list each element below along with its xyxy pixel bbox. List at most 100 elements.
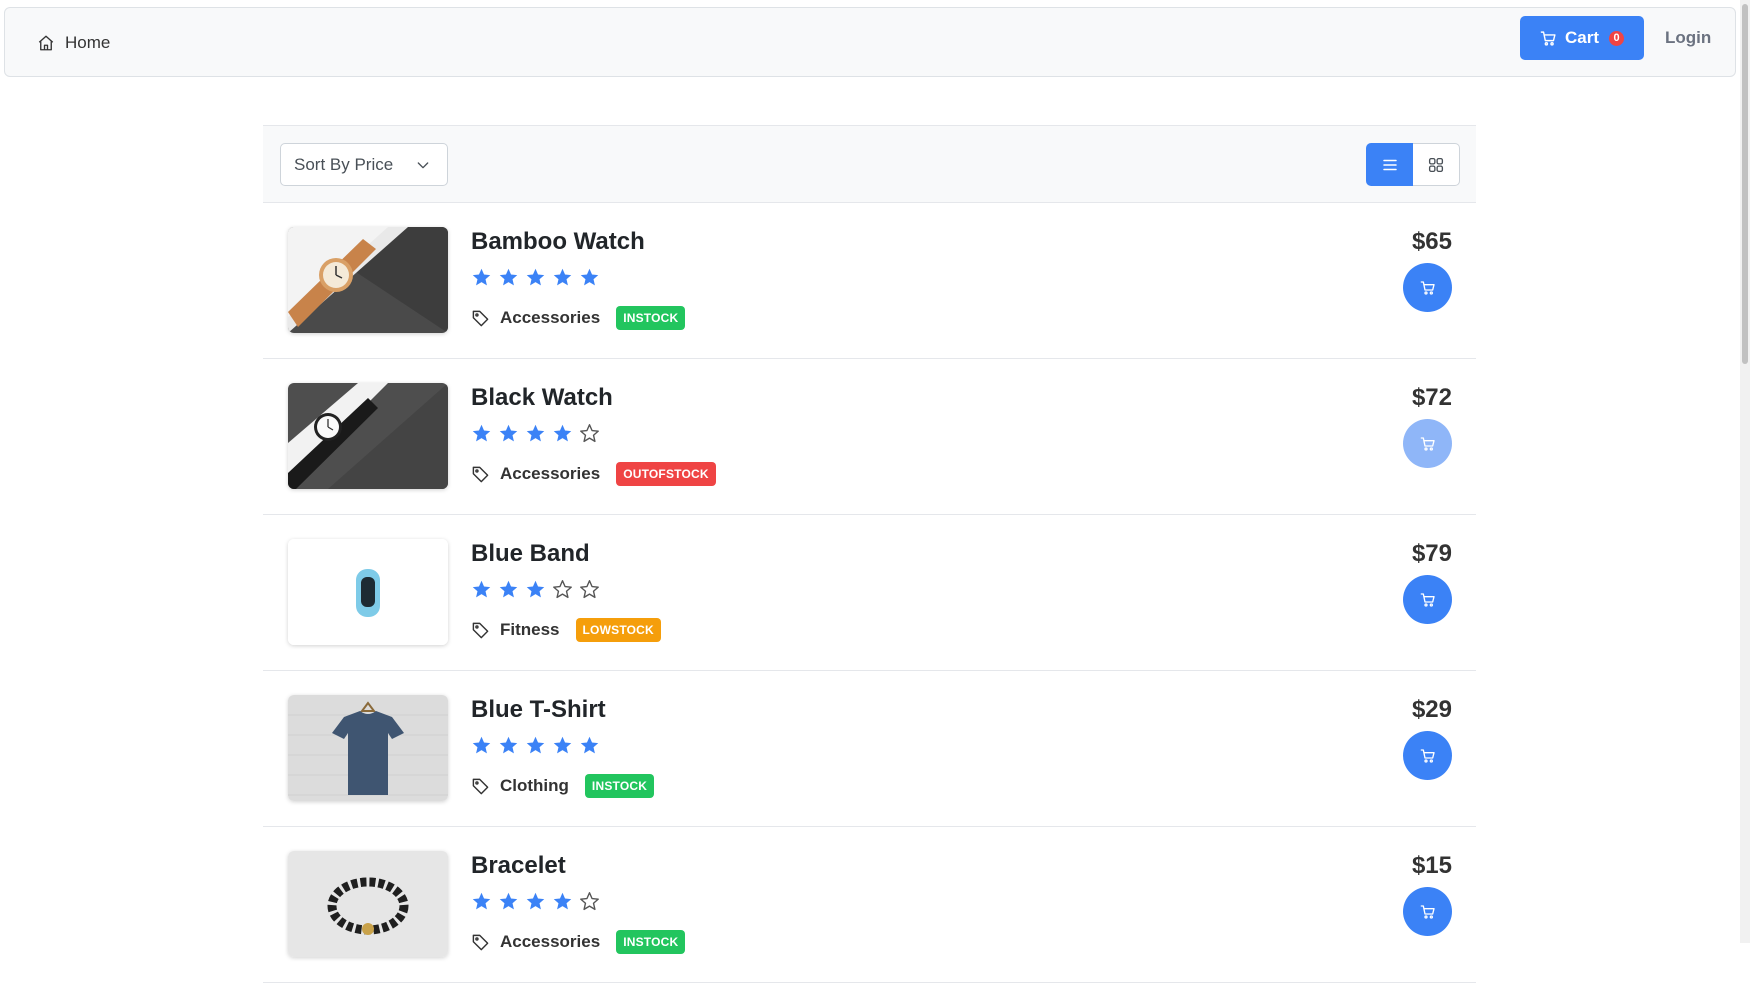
star-filled-icon[interactable] bbox=[552, 735, 573, 761]
dataview-header: Sort By Price bbox=[263, 125, 1476, 203]
star-filled-icon[interactable] bbox=[498, 735, 519, 761]
product-rating[interactable] bbox=[471, 579, 600, 605]
star-filled-icon[interactable] bbox=[579, 267, 600, 293]
star-filled-icon[interactable] bbox=[579, 735, 600, 761]
sort-dropdown[interactable]: Sort By Price bbox=[280, 143, 448, 186]
product-name: Black Watch bbox=[471, 384, 613, 411]
star-filled-icon[interactable] bbox=[471, 267, 492, 293]
add-to-cart-button[interactable] bbox=[1403, 887, 1452, 936]
cart-button[interactable]: Cart 0 bbox=[1520, 16, 1644, 60]
cart-icon bbox=[1420, 280, 1435, 295]
star-filled-icon[interactable] bbox=[525, 579, 546, 605]
star-empty-icon[interactable] bbox=[579, 423, 600, 449]
page-scrollbar[interactable] bbox=[1740, 0, 1750, 943]
list-layout-button[interactable] bbox=[1366, 143, 1413, 186]
product-name: Blue T-Shirt bbox=[471, 696, 606, 723]
inventory-status-badge: INSTOCK bbox=[616, 930, 686, 954]
star-filled-icon[interactable] bbox=[471, 735, 492, 761]
product-row: Bracelet Accessories INSTOCK $15 bbox=[263, 827, 1476, 983]
product-row: Blue Band Fitness LOWSTOCK $79 bbox=[263, 515, 1476, 671]
product-rating[interactable] bbox=[471, 891, 600, 917]
sort-dropdown-label: Sort By Price bbox=[294, 154, 394, 174]
product-category: Fitness bbox=[500, 620, 560, 639]
layout-toggle bbox=[1366, 143, 1460, 186]
star-filled-icon[interactable] bbox=[552, 891, 573, 917]
chevron-down-icon bbox=[417, 161, 429, 168]
product-price: $72 bbox=[1411, 384, 1452, 411]
cart-count-badge: 0 bbox=[1609, 30, 1624, 46]
top-navbar: Home Cart 0 Login bbox=[4, 7, 1736, 77]
product-meta: Accessories INSTOCK bbox=[471, 306, 686, 330]
star-filled-icon[interactable] bbox=[525, 735, 546, 761]
star-filled-icon[interactable] bbox=[498, 423, 519, 449]
product-list: Bamboo Watch Accessories INSTOCK $65 Black W… bbox=[263, 203, 1476, 983]
star-filled-icon[interactable] bbox=[498, 891, 519, 917]
product-row: Black Watch Accessories OUTOFSTOCK $72 bbox=[263, 359, 1476, 515]
product-meta: Accessories OUTOFSTOCK bbox=[471, 462, 716, 486]
home-icon bbox=[38, 35, 54, 51]
tag-icon bbox=[472, 934, 489, 950]
product-image bbox=[288, 695, 448, 801]
tag-icon bbox=[472, 778, 489, 794]
tag-icon bbox=[472, 622, 489, 638]
product-category: Clothing bbox=[500, 776, 569, 795]
home-label: Home bbox=[65, 33, 111, 52]
product-meta: Fitness LOWSTOCK bbox=[471, 618, 661, 642]
login-link[interactable]: Login bbox=[1665, 16, 1711, 60]
inventory-status-badge: OUTOFSTOCK bbox=[616, 462, 716, 486]
home-link[interactable]: Home bbox=[37, 8, 110, 78]
product-row: Blue T-Shirt Clothing INSTOCK $29 bbox=[263, 671, 1476, 827]
product-category: Accessories bbox=[500, 308, 601, 327]
star-filled-icon[interactable] bbox=[471, 891, 492, 917]
grid-layout-button[interactable] bbox=[1413, 143, 1460, 186]
product-price: $79 bbox=[1411, 540, 1452, 567]
product-rating[interactable] bbox=[471, 735, 600, 761]
grid-icon bbox=[1428, 157, 1444, 172]
cart-icon bbox=[1420, 436, 1435, 451]
inventory-status-badge: LOWSTOCK bbox=[575, 618, 661, 642]
product-image bbox=[288, 851, 448, 957]
product-category: Accessories bbox=[500, 932, 601, 951]
product-row: Bamboo Watch Accessories INSTOCK $65 bbox=[263, 203, 1476, 359]
cart-icon bbox=[1420, 592, 1435, 607]
product-meta: Accessories INSTOCK bbox=[471, 930, 686, 954]
product-meta: Clothing INSTOCK bbox=[471, 774, 655, 798]
star-filled-icon[interactable] bbox=[552, 267, 573, 293]
star-filled-icon[interactable] bbox=[525, 423, 546, 449]
product-rating[interactable] bbox=[471, 423, 600, 449]
tag-icon bbox=[472, 466, 489, 482]
star-filled-icon[interactable] bbox=[471, 579, 492, 605]
add-to-cart-button[interactable] bbox=[1403, 419, 1452, 468]
star-empty-icon[interactable] bbox=[579, 579, 600, 605]
product-dataview: Sort By Price Bamboo Watch Accessories INS… bbox=[263, 125, 1476, 983]
cart-icon bbox=[1540, 30, 1556, 46]
scrollbar-thumb[interactable] bbox=[1742, 4, 1748, 364]
add-to-cart-button[interactable] bbox=[1403, 263, 1452, 312]
star-empty-icon[interactable] bbox=[552, 579, 573, 605]
product-name: Bamboo Watch bbox=[471, 228, 645, 255]
product-image bbox=[288, 227, 448, 333]
star-filled-icon[interactable] bbox=[525, 891, 546, 917]
add-to-cart-button[interactable] bbox=[1403, 731, 1452, 780]
star-filled-icon[interactable] bbox=[552, 423, 573, 449]
product-image bbox=[288, 539, 448, 645]
product-image bbox=[288, 383, 448, 489]
star-filled-icon[interactable] bbox=[525, 267, 546, 293]
product-name: Blue Band bbox=[471, 540, 590, 567]
star-filled-icon[interactable] bbox=[471, 423, 492, 449]
star-filled-icon[interactable] bbox=[498, 267, 519, 293]
tag-icon bbox=[472, 310, 489, 326]
list-icon bbox=[1382, 159, 1397, 170]
star-empty-icon[interactable] bbox=[579, 891, 600, 917]
inventory-status-badge: INSTOCK bbox=[616, 306, 686, 330]
inventory-status-badge: INSTOCK bbox=[584, 774, 655, 798]
product-price: $15 bbox=[1411, 852, 1452, 879]
cart-icon bbox=[1420, 904, 1435, 919]
cart-icon bbox=[1420, 748, 1435, 763]
add-to-cart-button[interactable] bbox=[1403, 575, 1452, 624]
star-filled-icon[interactable] bbox=[498, 579, 519, 605]
cart-label: Cart bbox=[1564, 28, 1599, 47]
product-price: $65 bbox=[1411, 228, 1452, 255]
product-category: Accessories bbox=[500, 464, 601, 483]
product-rating[interactable] bbox=[471, 267, 600, 293]
